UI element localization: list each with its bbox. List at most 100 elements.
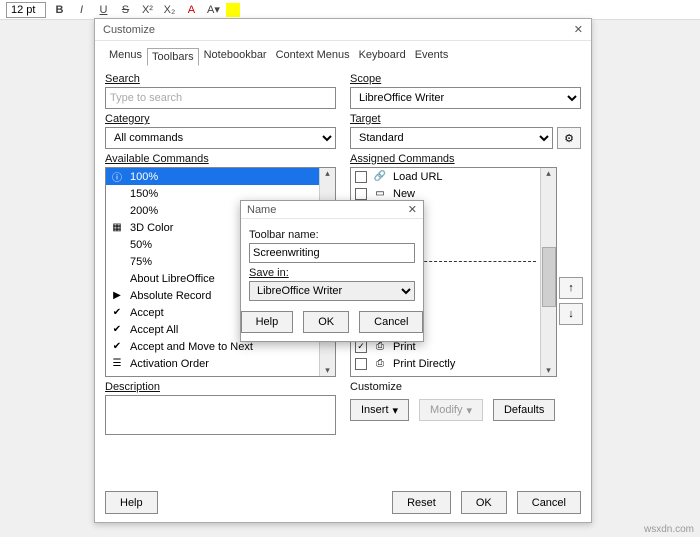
fontcolor2-icon[interactable]: A▾ — [204, 1, 222, 19]
list-item-label: Print — [393, 341, 416, 353]
list-item[interactable]: ⎙ Print Directly — [351, 355, 540, 372]
highlight-icon[interactable] — [226, 3, 240, 17]
list-item-label: 75% — [130, 256, 152, 268]
tab-toolbars[interactable]: Toolbars — [147, 48, 199, 66]
available-label: Available Commands — [105, 153, 336, 165]
watermark: wsxdn.com — [644, 524, 694, 535]
modify-button[interactable]: Modify ▾ — [419, 399, 483, 421]
close-icon[interactable]: ✕ — [574, 23, 583, 36]
checkbox[interactable] — [355, 358, 367, 370]
name-ok-button[interactable]: OK — [303, 311, 349, 333]
help-button[interactable]: Help — [105, 491, 158, 514]
list-item-label: 3D Color — [130, 222, 173, 234]
cancel-button[interactable]: Cancel — [517, 491, 581, 514]
list-item-label: Activation Order — [130, 358, 209, 370]
search-input[interactable] — [105, 87, 336, 109]
checkall-icon: ✔ — [110, 323, 124, 337]
print-icon: ⎙ — [373, 357, 387, 371]
list-item-label: Accept — [130, 307, 164, 319]
new-icon: ▭ — [373, 187, 387, 201]
app-toolbar: 12 pt B I U S X² X₂ A A▾ — [0, 0, 700, 20]
list-item-label: New — [393, 188, 415, 200]
description-box — [105, 395, 336, 435]
subscript-icon[interactable]: X₂ — [160, 1, 178, 19]
list-item-label: 100% — [130, 171, 158, 183]
list-item-label: 200% — [130, 205, 158, 217]
blank-icon — [110, 204, 124, 218]
blank-icon — [110, 187, 124, 201]
save-in-select[interactable]: LibreOffice Writer — [249, 281, 415, 301]
field-icon: ▭ — [110, 374, 124, 377]
dialog-tabs: Menus Toolbars Notebookbar Context Menus… — [95, 41, 591, 65]
list-item-label: Accept All — [130, 324, 178, 336]
list-item[interactable]: ▭ Add Field — [106, 372, 319, 376]
name-dialog-title: Name — [247, 204, 276, 216]
ok-button[interactable]: OK — [461, 491, 507, 514]
tab-events[interactable]: Events — [411, 47, 453, 65]
tab-context-menus[interactable]: Context Menus — [272, 47, 354, 65]
move-up-icon[interactable]: ↑ — [559, 277, 583, 299]
list-item-label: Print Directly — [393, 358, 455, 370]
assigned-label: Assigned Commands — [350, 153, 581, 165]
name-dialog: Name ✕ Toolbar name: Save in: LibreOffic… — [240, 200, 424, 342]
assigned-scrollbar[interactable]: ▴▾ — [540, 168, 556, 376]
checkbox[interactable] — [355, 171, 367, 183]
tab-menus[interactable]: Menus — [105, 47, 146, 65]
superscript-icon[interactable]: X² — [138, 1, 156, 19]
list-item-label: Absolute Record — [130, 290, 211, 302]
move-down-icon[interactable]: ↓ — [559, 303, 583, 325]
list-item[interactable]: 🔗 Load URL — [351, 168, 540, 185]
tab-keyboard[interactable]: Keyboard — [355, 47, 410, 65]
list-item-label: 50% — [130, 239, 152, 251]
blank-icon — [110, 255, 124, 269]
chevron-down-icon: ▾ — [393, 404, 399, 417]
blank-icon — [110, 238, 124, 252]
list-item-label: 150% — [130, 188, 158, 200]
blank-icon — [110, 272, 124, 286]
fontcolor-icon[interactable]: A — [182, 1, 200, 19]
insert-button[interactable]: Insert ▾ — [350, 399, 409, 421]
name-cancel-button[interactable]: Cancel — [359, 311, 423, 333]
chevron-down-icon: ▾ — [466, 404, 472, 417]
gear-icon[interactable]: ⚙ — [557, 127, 581, 149]
target-select[interactable]: Standard — [350, 127, 553, 149]
category-select[interactable]: All commands — [105, 127, 336, 149]
checkbox[interactable] — [355, 188, 367, 200]
tab-notebookbar[interactable]: Notebookbar — [200, 47, 271, 65]
category-label: Category — [105, 113, 336, 125]
toolbar-name-label: Toolbar name: — [249, 229, 415, 241]
customize-label: Customize — [350, 381, 581, 393]
scope-select[interactable]: LibreOffice Writer — [350, 87, 581, 109]
toolbar-name-input[interactable] — [249, 243, 415, 263]
dialog-title: Customize — [103, 24, 155, 36]
titlebar: Customize ✕ — [95, 19, 591, 41]
info-icon: ⓘ — [110, 170, 124, 184]
description-label: Description — [105, 381, 336, 393]
target-label: Target — [350, 113, 581, 125]
order-icon: ☰ — [110, 357, 124, 371]
check-icon: ✔ — [110, 306, 124, 320]
bold-icon[interactable]: B — [50, 1, 68, 19]
play-icon: ▶ — [110, 289, 124, 303]
strike-icon[interactable]: S — [116, 1, 134, 19]
reset-button[interactable]: Reset — [392, 491, 451, 514]
checknext-icon: ✔ — [110, 340, 124, 354]
list-item[interactable]: ☰ Activation Order — [106, 355, 319, 372]
list-item[interactable]: ⓘ 100% — [106, 168, 319, 185]
font-size-combo[interactable]: 12 pt — [6, 2, 46, 18]
name-help-button[interactable]: Help — [241, 311, 294, 333]
list-item-label: About LibreOffice — [130, 273, 215, 285]
list-item-label: Load URL — [393, 171, 443, 183]
italic-icon[interactable]: I — [72, 1, 90, 19]
list-item-label: Accept and Move to Next — [130, 341, 253, 353]
list-item-label: Add Field — [130, 375, 176, 377]
close-icon[interactable]: ✕ — [408, 203, 417, 216]
save-in-label: Save in: — [249, 267, 415, 279]
underline-icon[interactable]: U — [94, 1, 112, 19]
url-icon: 🔗 — [373, 170, 387, 184]
search-label: Search — [105, 73, 336, 85]
defaults-button[interactable]: Defaults — [493, 399, 555, 421]
palette-icon: ▦ — [110, 221, 124, 235]
scope-label: Scope — [350, 73, 581, 85]
checkbox[interactable]: ✓ — [355, 341, 367, 353]
